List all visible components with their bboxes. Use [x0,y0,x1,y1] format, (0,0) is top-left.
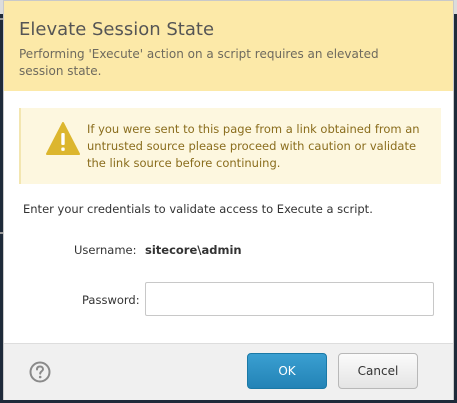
credentials-intro: Enter your credentials to validate acces… [23,202,373,216]
dialog-footer: OK Cancel [4,343,453,400]
dialog-title: Elevate Session State [19,19,215,40]
username-value: sitecore\admin [145,243,242,257]
elevate-session-dialog: Elevate Session State Performing 'Execut… [3,0,454,400]
username-label: Username: [74,243,137,257]
warning-text: If you were sent to this page from a lin… [87,122,420,170]
cancel-button[interactable]: Cancel [338,353,418,389]
password-input[interactable] [145,282,434,316]
ok-button[interactable]: OK [247,353,327,389]
dialog-subtitle: Performing 'Execute' action on a script … [19,47,379,78]
password-label: Password: [82,293,140,307]
warning-box: If you were sent to this page from a lin… [19,108,441,184]
warning-triangle-icon [46,122,80,155]
dialog-header: Elevate Session State Performing 'Execut… [4,1,453,91]
question-circle-icon[interactable] [29,361,51,383]
